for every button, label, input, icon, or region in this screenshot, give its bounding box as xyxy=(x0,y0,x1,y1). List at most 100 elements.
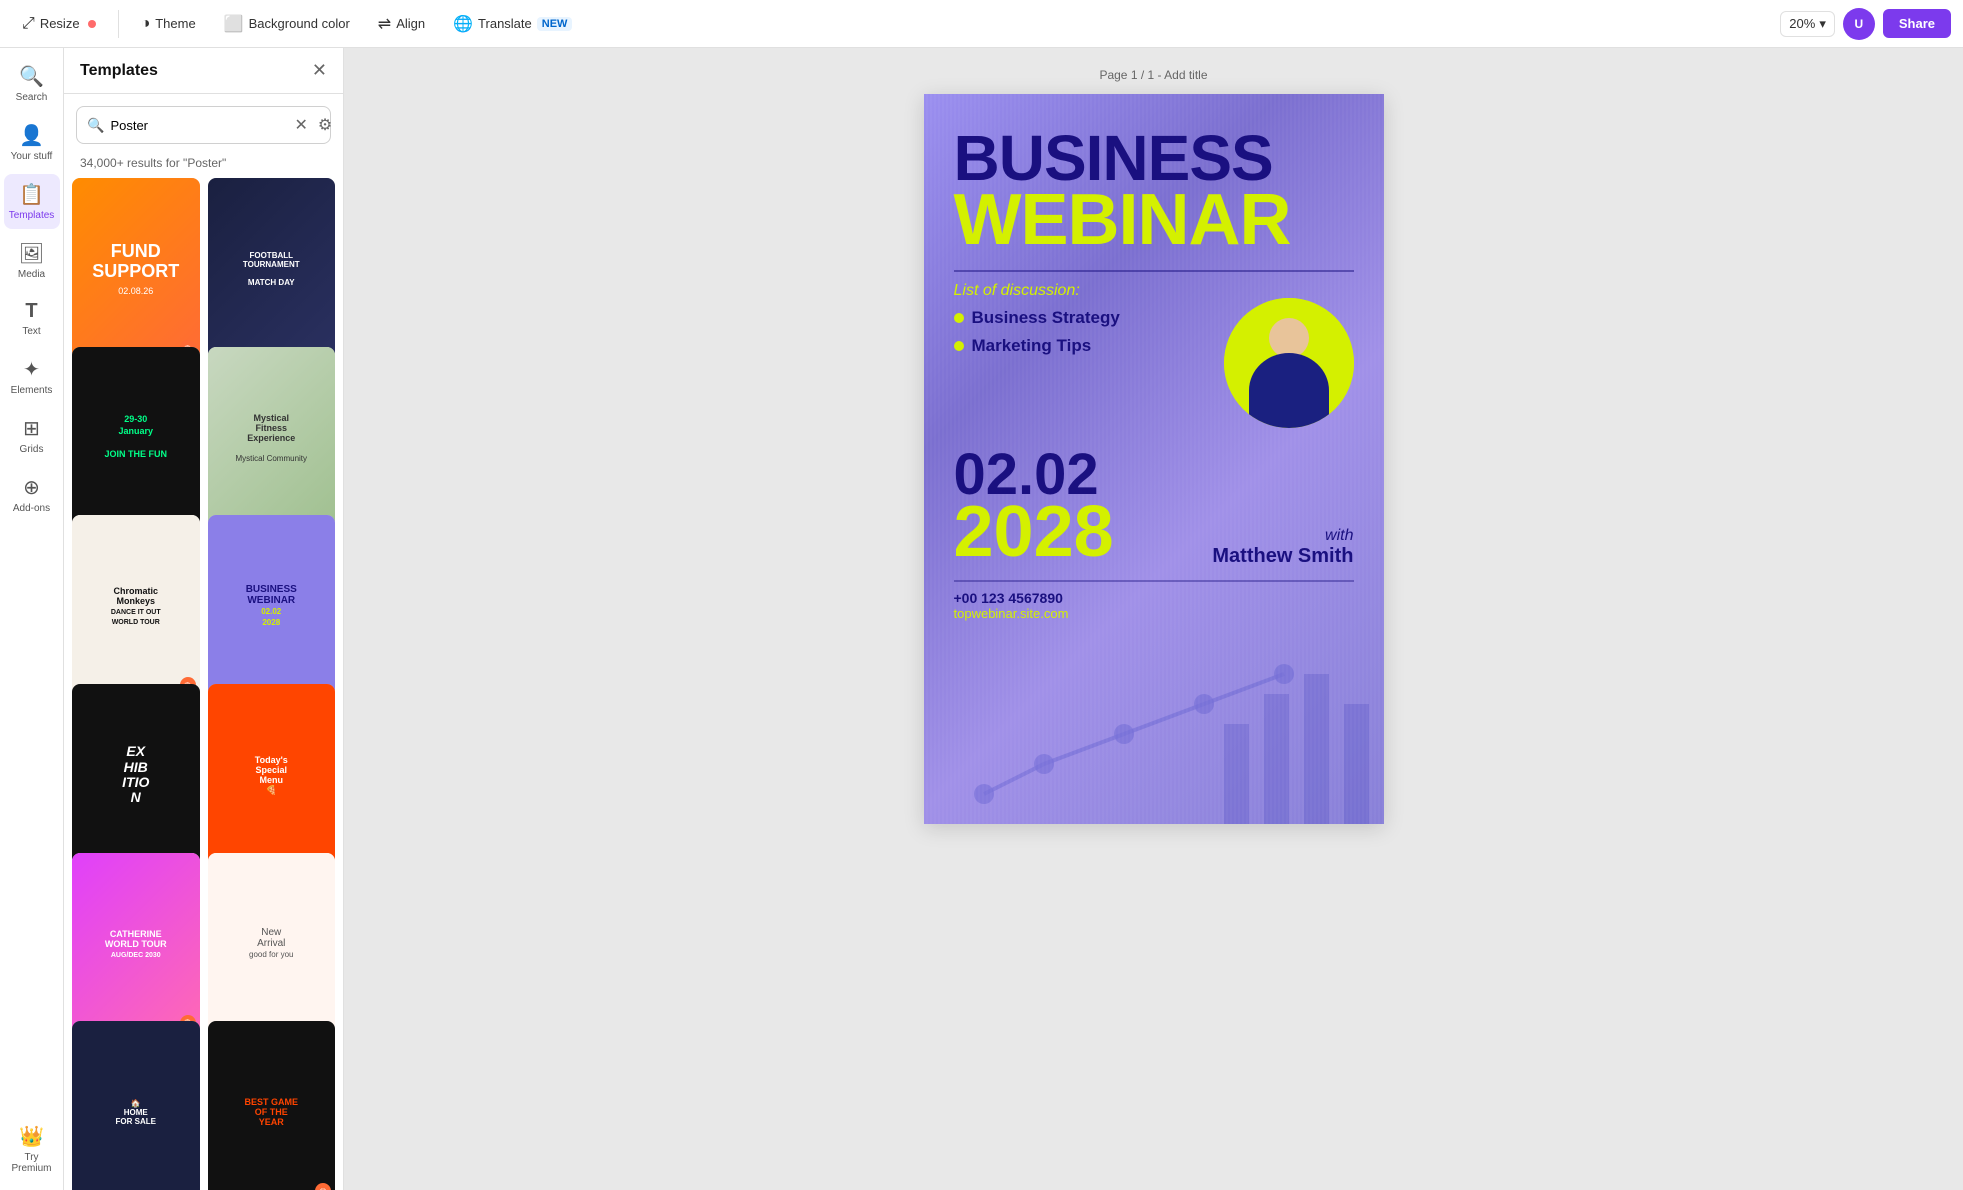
sidebar-item-templates[interactable]: 📋 Templates xyxy=(4,174,60,229)
template-card-chromatic[interactable]: ChromaticMonkeysDANCE IT OUTWORLD TOUR ♛ xyxy=(72,515,200,697)
template-card-pizza[interactable]: Today'sSpecialMenu🍕 xyxy=(208,684,336,866)
poster-divider-bottom xyxy=(954,580,1354,582)
theme-label: Theme xyxy=(155,16,195,31)
resize-button[interactable]: ⤢ Resize xyxy=(12,10,106,38)
search-bar-icon: 🔍 xyxy=(87,117,104,134)
filter-button[interactable]: ⚙ xyxy=(316,113,334,137)
elements-icon: ✦ xyxy=(23,357,40,382)
toolbar-right: 20% ▾ U Share xyxy=(1780,8,1951,40)
translate-label: Translate xyxy=(478,16,532,31)
sidebar-item-label-text: Text xyxy=(22,326,40,337)
bullet-label-2: Marketing Tips xyxy=(972,336,1092,356)
icon-bar: 🔍 Search 👤 Your stuff 📋 Templates 🖼 Medi… xyxy=(0,48,64,1190)
templates-panel: Templates ✕ 🔍 ✕ ⚙ 34,000+ results for "P… xyxy=(64,48,344,1190)
template-card-best-game[interactable]: BEST GAMEOF THEYEAR ♛ xyxy=(208,1021,336,1190)
templates-icon: 📋 xyxy=(19,182,44,207)
poster-discussion-list: Business Strategy Marketing Tips xyxy=(954,308,1208,364)
templates-grid: FUNDSUPPORT 02.08.26 ♛ FOOTBALLTOURNAMEN… xyxy=(64,178,343,1190)
template-card-mystical[interactable]: MysticalFitnessExperienceMystical Commun… xyxy=(208,347,336,529)
background-color-button[interactable]: ⬜ Background color xyxy=(214,9,360,39)
main-toolbar: ⤢ Resize ◑ Theme ⬜ Background color ⇌ Al… xyxy=(0,0,1963,48)
template-search-bar[interactable]: 🔍 ✕ ⚙ xyxy=(76,106,331,144)
poster-date-name-row: 02.02 2028 with Matthew Smith xyxy=(954,436,1354,568)
premium-badge-game: ♛ xyxy=(315,1183,331,1190)
sidebar-item-your-stuff[interactable]: 👤 Your stuff xyxy=(4,115,60,170)
sidebar-item-label-grids: Grids xyxy=(20,444,44,455)
sidebar-item-search[interactable]: 🔍 Search xyxy=(4,56,60,111)
text-icon: T xyxy=(25,300,37,323)
poster-bullet-item-2: Marketing Tips xyxy=(954,336,1208,356)
search-icon: 🔍 xyxy=(19,64,44,89)
poster-content: BUSINESS WEBINAR List of discussion: Bus… xyxy=(924,94,1384,641)
premium-icon: 👑 xyxy=(19,1124,44,1149)
poster-speaker-name: Matthew Smith xyxy=(1212,545,1353,568)
clear-search-button[interactable]: ✕ xyxy=(292,113,309,137)
translate-button[interactable]: 🌐 Translate NEW xyxy=(443,9,582,39)
close-panel-button[interactable]: ✕ xyxy=(312,60,327,81)
bullet-label-1: Business Strategy xyxy=(972,308,1120,328)
chevron-down-icon: ▾ xyxy=(1819,16,1826,32)
sidebar-item-label-templates: Templates xyxy=(9,210,55,221)
bullet-2 xyxy=(954,341,964,351)
bullet-1 xyxy=(954,313,964,323)
bg-color-label: Background color xyxy=(249,16,350,31)
resize-label: Resize xyxy=(40,16,80,31)
template-card-business-webinar-small[interactable]: BUSINESSWEBINAR02.022028 xyxy=(208,515,336,697)
sidebar-item-elements[interactable]: ✦ Elements xyxy=(4,349,60,404)
template-card-home[interactable]: 🏠HOMEFOR SALE xyxy=(72,1021,200,1190)
share-button[interactable]: Share xyxy=(1883,9,1951,38)
zoom-level: 20% xyxy=(1789,16,1815,31)
poster-divider-top xyxy=(954,270,1354,272)
resize-dot xyxy=(88,20,96,28)
sidebar-item-try-premium[interactable]: 👑 Try Premium xyxy=(4,1116,60,1182)
results-count: 34,000+ results for "Poster" xyxy=(64,156,343,178)
sidebar-item-media[interactable]: 🖼 Media xyxy=(4,233,60,288)
toolbar-divider-1 xyxy=(118,10,119,38)
grids-icon: ⊞ xyxy=(23,416,40,441)
sidebar-item-add-ons[interactable]: ⊕ Add-ons xyxy=(4,467,60,522)
your-stuff-icon: 👤 xyxy=(19,123,44,148)
template-card-catherine[interactable]: CATHERINEWORLD TOURAUG/DEC 2030 ♛ xyxy=(72,853,200,1035)
canvas-container[interactable]: BUSINESS WEBINAR List of discussion: Bus… xyxy=(924,94,1384,824)
align-label: Align xyxy=(396,16,425,31)
sidebar-item-label-premium: Try Premium xyxy=(10,1152,54,1174)
bg-color-icon: ⬜ xyxy=(224,14,244,34)
sidebar-item-text[interactable]: T Text xyxy=(4,292,60,345)
media-icon: 🖼 xyxy=(19,241,44,266)
panel-title: Templates xyxy=(80,62,158,80)
poster-date-section: 02.02 2028 xyxy=(954,436,1114,568)
add-ons-icon: ⊕ xyxy=(23,475,40,500)
poster-title-webinar: WEBINAR xyxy=(954,184,1354,256)
sidebar-item-label-your-stuff: Your stuff xyxy=(11,151,53,162)
poster-year: 2028 xyxy=(954,496,1114,568)
panel-header: Templates ✕ xyxy=(64,48,343,94)
sidebar-item-label-elements: Elements xyxy=(11,385,53,396)
sidebar-item-label-search: Search xyxy=(16,92,48,103)
page-label[interactable]: Page 1 / 1 - Add title xyxy=(1099,68,1207,82)
template-search-input[interactable] xyxy=(110,118,286,133)
poster-with-text: with xyxy=(1212,527,1353,545)
poster-speaker-section: with Matthew Smith xyxy=(1212,527,1353,568)
poster-bullet-item-1: Business Strategy xyxy=(954,308,1208,328)
poster-phone: +00 123 4567890 xyxy=(954,590,1354,606)
template-card-new-arrival[interactable]: NewArrivalgood for you xyxy=(208,853,336,1035)
poster-middle-section: Business Strategy Marketing Tips xyxy=(954,308,1354,428)
zoom-control[interactable]: 20% ▾ xyxy=(1780,11,1835,37)
template-card-dark-event[interactable]: 29-30JanuaryJOIN THE FUN xyxy=(72,347,200,529)
poster-speaker-image xyxy=(1224,298,1354,428)
theme-button[interactable]: ◑ Theme xyxy=(131,10,206,38)
poster-website: topwebinar.site.com xyxy=(954,606,1354,621)
align-button[interactable]: ⇌ Align xyxy=(368,9,435,39)
theme-icon: ◑ xyxy=(141,15,151,33)
resize-icon: ⤢ xyxy=(22,15,35,33)
template-card-exhibition[interactable]: EXHIBITION xyxy=(72,684,200,866)
poster: BUSINESS WEBINAR List of discussion: Bus… xyxy=(924,94,1384,824)
template-card-football[interactable]: FOOTBALLTOURNAMENTMATCH DAY xyxy=(208,178,336,360)
canvas-area: Page 1 / 1 - Add title BUSINESS WEBINAR … xyxy=(344,48,1963,1190)
main-layout: 🔍 Search 👤 Your stuff 📋 Templates 🖼 Medi… xyxy=(0,48,1963,1190)
sidebar-item-grids[interactable]: ⊞ Grids xyxy=(4,408,60,463)
template-card-fund-support[interactable]: FUNDSUPPORT 02.08.26 ♛ xyxy=(72,178,200,360)
sidebar-item-label-add-ons: Add-ons xyxy=(13,503,50,514)
translate-new-badge: NEW xyxy=(537,17,573,31)
translate-icon: 🌐 xyxy=(453,14,473,34)
